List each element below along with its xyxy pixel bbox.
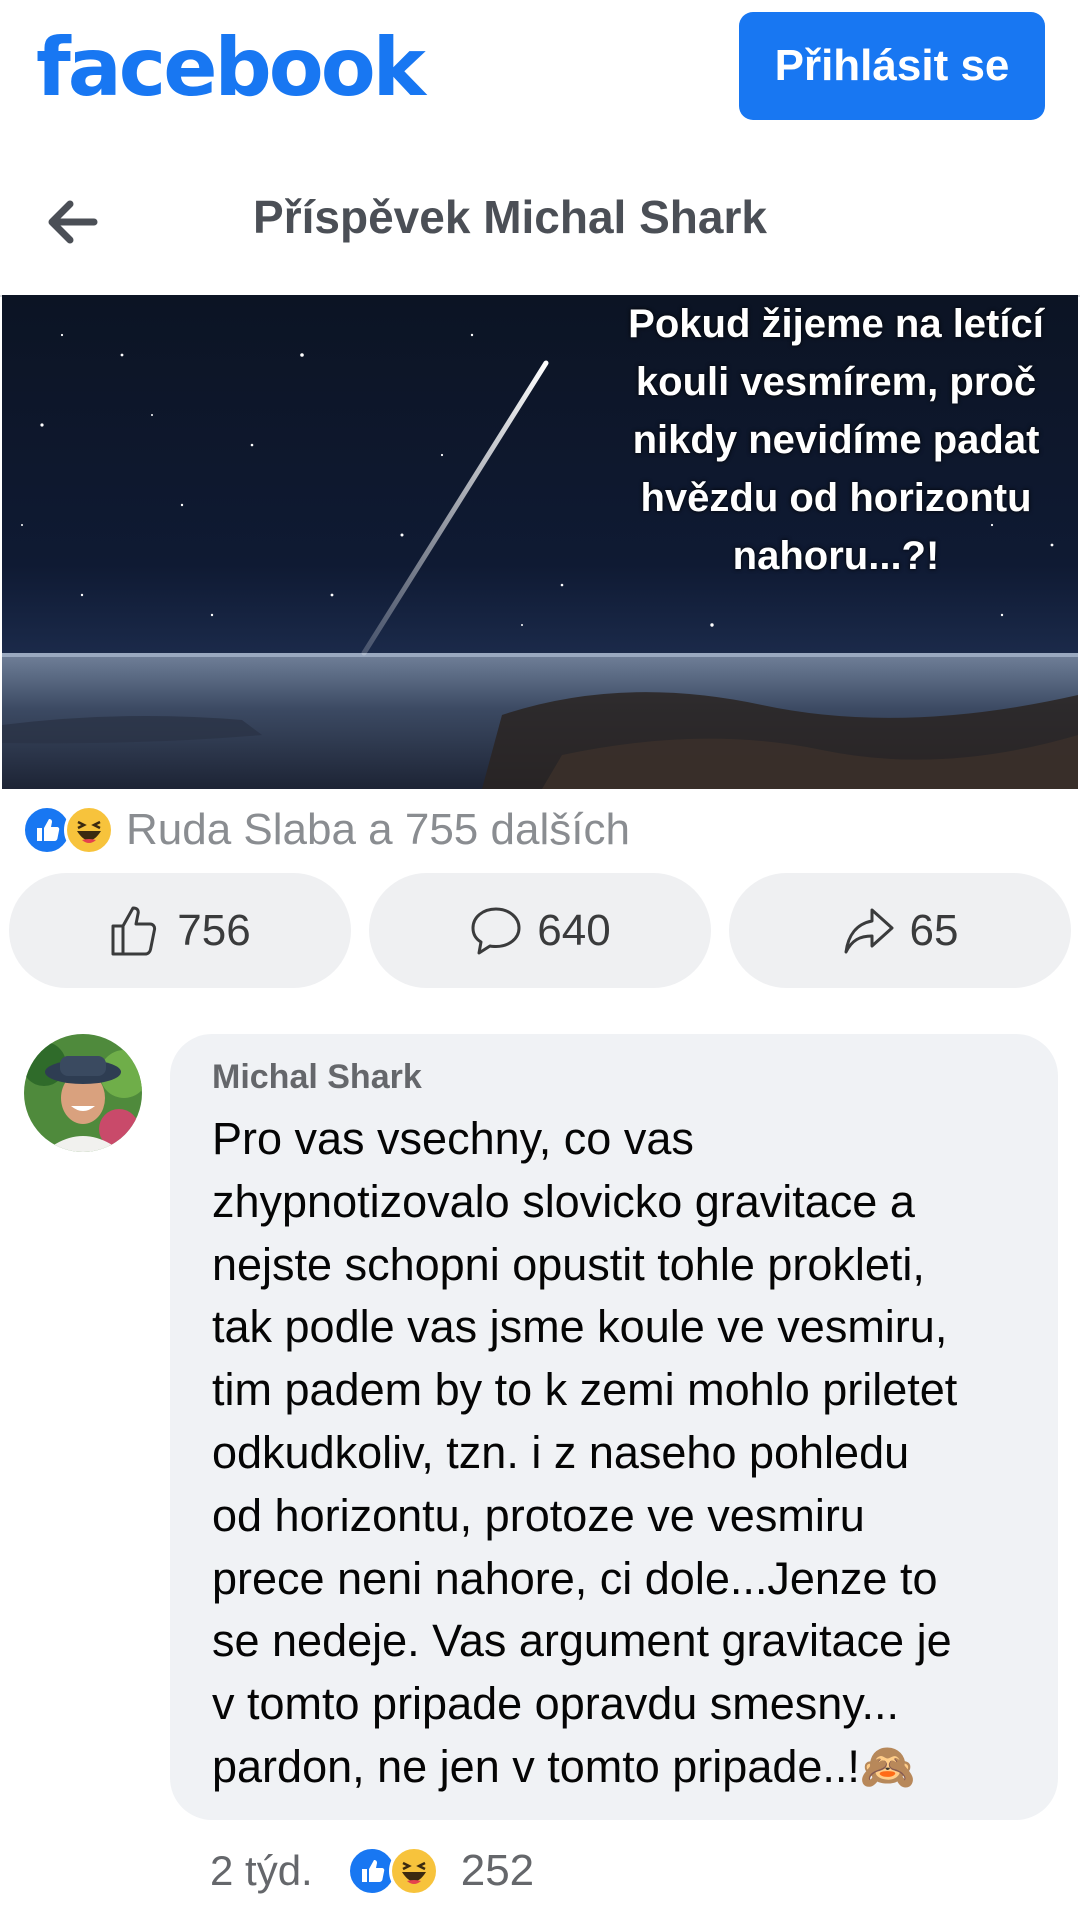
reactions-summary-text: Ruda Slaba a 755 dalších (126, 805, 630, 854)
like-button[interactable]: 756 (9, 873, 351, 988)
avatar[interactable] (24, 1034, 142, 1152)
reactions-summary[interactable]: Ruda Slaba a 755 dalších (22, 800, 630, 860)
login-button[interactable]: Přihlásit se (739, 12, 1045, 120)
comment-count: 640 (537, 905, 611, 955)
post-actions: 756 640 65 (9, 873, 1071, 988)
comment-text: Pro vas vsechny, co vas zhypnotizovalo s… (212, 1113, 958, 1792)
share-button[interactable]: 65 (729, 873, 1071, 988)
comment-icon (471, 907, 521, 954)
comment-reactions[interactable]: 252 (346, 1846, 535, 1896)
top-bar: facebook Přihlásit se (0, 0, 1080, 150)
like-icon (111, 906, 157, 955)
haha-reaction-icon (388, 1846, 439, 1896)
share-count: 65 (909, 905, 959, 955)
comment-reaction-count: 252 (460, 1846, 535, 1895)
haha-reaction-icon (64, 805, 114, 855)
facebook-logo[interactable]: facebook (36, 18, 426, 118)
image-caption: Pokud žijeme na letící kouli vesmírem, p… (628, 302, 1044, 578)
comment-timestamp[interactable]: 2 týd. (210, 1847, 313, 1895)
post-image[interactable]: Pokud žijeme na letící kouli vesmírem, p… (2, 295, 1078, 789)
share-icon (844, 908, 894, 953)
page-title: Příspěvek Michal Shark (253, 191, 767, 243)
comment-footer: 2 týd. 252 (210, 1836, 534, 1906)
like-count: 756 (177, 905, 251, 955)
comment-author[interactable]: Michal Shark (212, 1058, 422, 1097)
comment-button[interactable]: 640 (369, 873, 711, 988)
